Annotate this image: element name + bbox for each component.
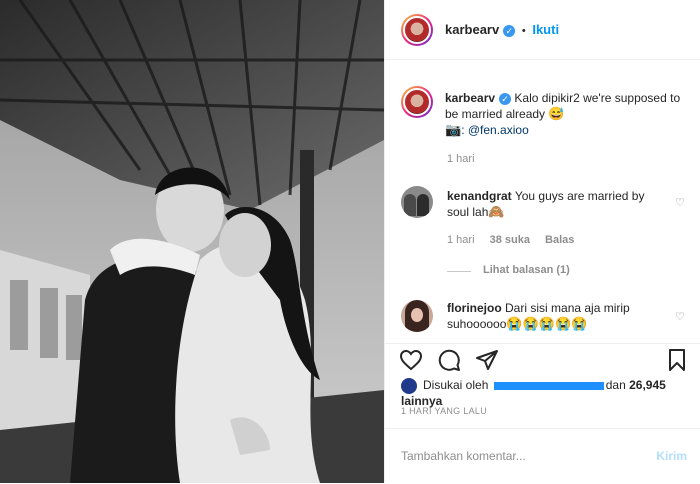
comment-emoji: 🙈	[488, 204, 505, 219]
comment-likes[interactable]: 38 suka	[490, 234, 530, 246]
header-text: karbearv ✓ • Ikuti	[445, 22, 559, 37]
share-icon[interactable]	[475, 348, 499, 372]
post-comment-button[interactable]: Kirim	[656, 449, 687, 463]
comment-username[interactable]: florinejoo	[447, 301, 502, 315]
likes-row: Disukai oleh dan 26,945 lainnya	[401, 378, 700, 408]
comment-meta: 1 hari 38 suka Balas	[447, 234, 586, 246]
caption-time[interactable]: 1 hari	[447, 153, 475, 165]
post-panel: karbearv ✓ • Ikuti karbearv ✓ Kalo dipikir…	[384, 0, 700, 483]
liker-avatar[interactable]	[401, 378, 417, 394]
follow-button[interactable]: Ikuti	[532, 22, 559, 37]
caption-username[interactable]: karbearv	[445, 91, 495, 105]
post-photo[interactable]	[0, 0, 384, 483]
view-replies-button[interactable]: Lihat balasan (1)	[483, 264, 570, 276]
avatar-image	[403, 16, 431, 44]
bookmark-icon[interactable]	[665, 348, 689, 372]
caption-meta: 1 hari	[447, 153, 487, 165]
likes-middle: dan	[605, 378, 626, 393]
caption-avatar[interactable]	[401, 86, 433, 118]
commenter-avatar[interactable]	[401, 300, 433, 332]
avatar-image	[403, 88, 431, 116]
caption-emoji: 😅	[548, 106, 565, 121]
add-comment-bar: Kirim	[385, 428, 700, 484]
likes-prefix: Disukai oleh	[423, 378, 489, 393]
reply-button[interactable]: Balas	[545, 234, 574, 246]
action-bar	[385, 343, 700, 376]
verified-badge-icon: ✓	[499, 92, 512, 105]
author-avatar[interactable]	[401, 14, 433, 46]
dot-separator: •	[521, 25, 526, 37]
caption-mention[interactable]: : @fen.axioo	[461, 123, 529, 137]
comments-list: karbearv ✓ Kalo dipikir2 we're supposed t…	[385, 60, 700, 343]
replies-divider	[447, 271, 471, 272]
like-comment-heart-icon[interactable]: ♡	[675, 310, 685, 323]
verified-badge-icon: ✓	[503, 24, 516, 37]
caption: karbearv ✓ Kalo dipikir2 we're supposed t…	[445, 90, 685, 138]
photo-image	[0, 0, 384, 483]
redacted-username	[493, 382, 604, 390]
comment-item: kenandgrat You guys are married by soul …	[447, 188, 667, 220]
comment-input[interactable]	[401, 449, 581, 463]
comment-time[interactable]: 1 hari	[447, 234, 475, 246]
post-date[interactable]: 1 HARI YANG LALU	[401, 406, 487, 416]
comment-item: florinejoo Dari sisi mana aja mirip suho…	[447, 300, 667, 332]
post-header: karbearv ✓ • Ikuti	[385, 0, 700, 60]
comment-username[interactable]: kenandgrat	[447, 189, 512, 203]
post-modal: karbearv ✓ • Ikuti karbearv ✓ Kalo dipikir…	[0, 0, 700, 483]
comment-emoji: 😭😭😭😭😭	[506, 316, 588, 331]
comment-icon[interactable]	[437, 348, 461, 372]
heart-icon[interactable]	[399, 348, 423, 372]
commenter-avatar[interactable]	[401, 186, 433, 218]
camera-icon: 📷	[445, 122, 462, 137]
like-comment-heart-icon[interactable]: ♡	[675, 196, 685, 209]
author-username[interactable]: karbearv	[445, 22, 499, 37]
